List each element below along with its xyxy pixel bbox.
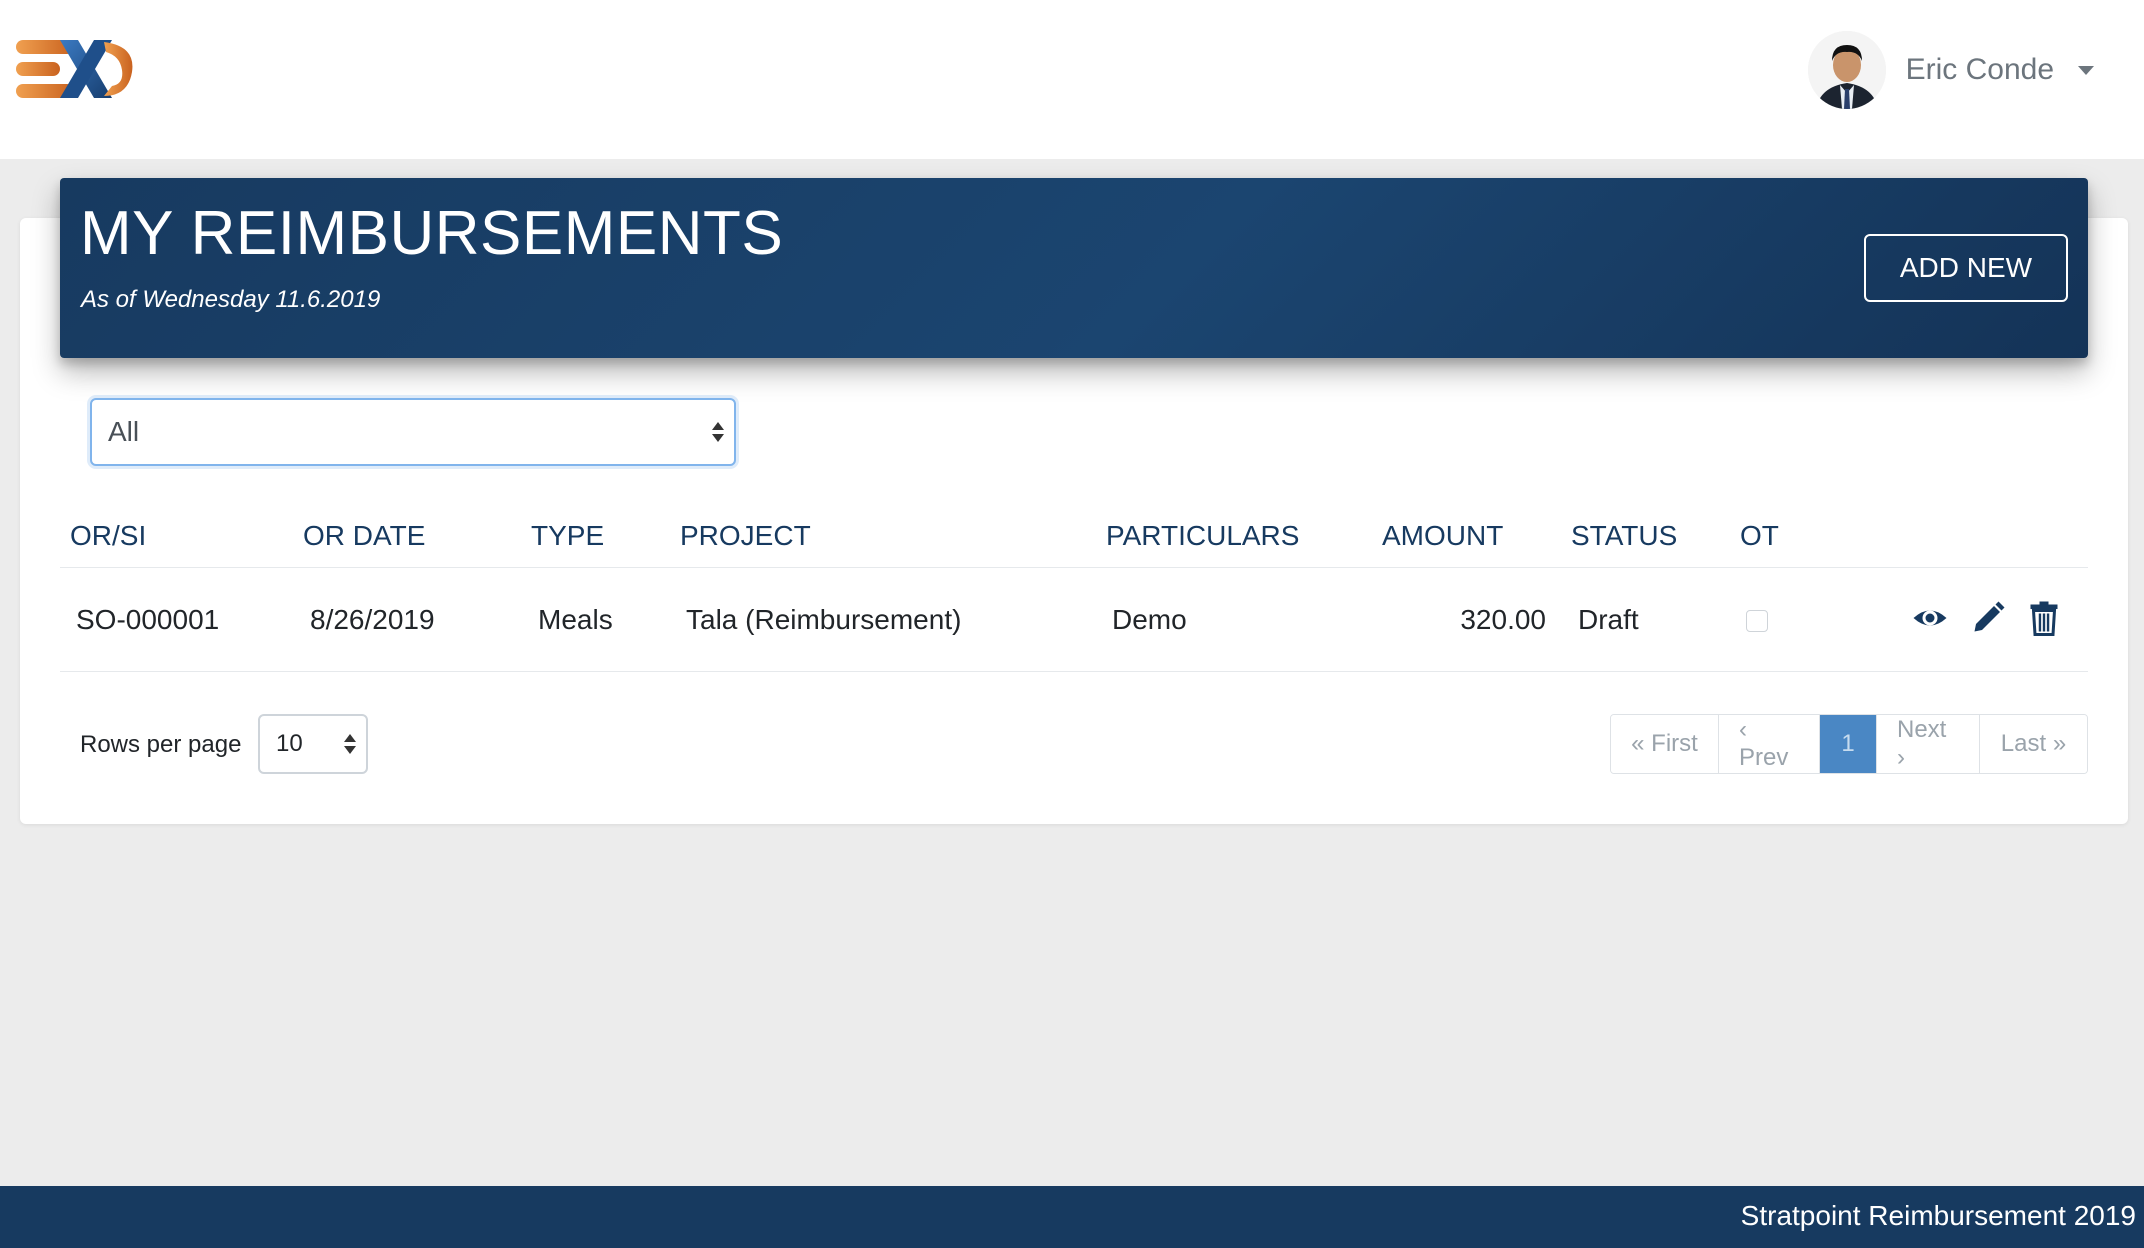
- status-filter-value: All: [108, 416, 140, 447]
- next-page-button[interactable]: Next ›: [1877, 715, 1980, 773]
- ot-checkbox[interactable]: [1746, 610, 1768, 632]
- top-navbar: Eric Conde: [0, 0, 2144, 159]
- ex-logo-icon[interactable]: [16, 34, 136, 104]
- cell-amount: 320.00: [1460, 604, 1546, 635]
- column-header-particulars[interactable]: PARTICULARS: [1106, 520, 1299, 552]
- page-subtitle: As of Wednesday 11.6.2019: [81, 286, 381, 313]
- cell-or-date: 8/26/2019: [310, 604, 435, 635]
- cell-project: Tala (Reimbursement): [686, 604, 962, 635]
- rows-per-page-select[interactable]: 10: [258, 714, 368, 774]
- cell-type: Meals: [538, 604, 613, 635]
- pencil-icon[interactable]: [1970, 600, 2006, 636]
- column-header-type[interactable]: TYPE: [531, 520, 604, 552]
- column-header-amount[interactable]: AMOUNT: [1382, 520, 1503, 552]
- page-title: MY REIMBURSEMENTS: [80, 199, 784, 268]
- cell-or-si: SO-000001: [76, 604, 220, 635]
- user-name[interactable]: Eric Conde: [1906, 53, 2054, 87]
- select-arrows-icon: [712, 422, 724, 442]
- trash-icon[interactable]: [2026, 600, 2062, 636]
- add-new-button[interactable]: ADD NEW: [1864, 234, 2068, 302]
- table-header: OR/SI OR DATE TYPE PROJECT PARTICULARS A…: [60, 508, 2088, 568]
- cell-particulars: Demo: [1112, 604, 1187, 635]
- page-header-banner: MY REIMBURSEMENTS As of Wednesday 11.6.2…: [60, 178, 2088, 358]
- last-page-button[interactable]: Last »: [1980, 715, 2087, 773]
- user-avatar: [1807, 31, 1886, 109]
- status-filter-select[interactable]: All: [90, 398, 736, 466]
- prev-page-button[interactable]: ‹ Prev: [1719, 715, 1820, 773]
- user-menu[interactable]: Eric Conde: [1807, 30, 2094, 110]
- column-header-or-si[interactable]: OR/SI: [70, 520, 146, 552]
- column-header-project[interactable]: PROJECT: [680, 520, 811, 552]
- rows-per-page-label: Rows per page: [80, 731, 242, 758]
- column-header-ot[interactable]: OT: [1740, 520, 1779, 552]
- column-header-or-date[interactable]: OR DATE: [303, 520, 425, 552]
- eye-icon[interactable]: [1912, 600, 1948, 636]
- page-footer: Stratpoint Reimbursement 2019: [0, 1186, 2144, 1248]
- rows-per-page-value: 10: [276, 730, 303, 757]
- page-1-button[interactable]: 1: [1820, 715, 1877, 773]
- cell-status: Draft: [1578, 604, 1639, 635]
- select-arrows-icon: [344, 734, 356, 754]
- chevron-down-icon[interactable]: [2078, 65, 2094, 75]
- first-page-button[interactable]: « First: [1611, 715, 1719, 773]
- table-row: SO-000001 8/26/2019 Meals Tala (Reimburs…: [60, 568, 2088, 672]
- footer-text: Stratpoint Reimbursement 2019: [1740, 1200, 2136, 1231]
- column-header-status[interactable]: STATUS: [1571, 520, 1677, 552]
- pagination: « First ‹ Prev 1 Next › Last »: [1610, 714, 2088, 774]
